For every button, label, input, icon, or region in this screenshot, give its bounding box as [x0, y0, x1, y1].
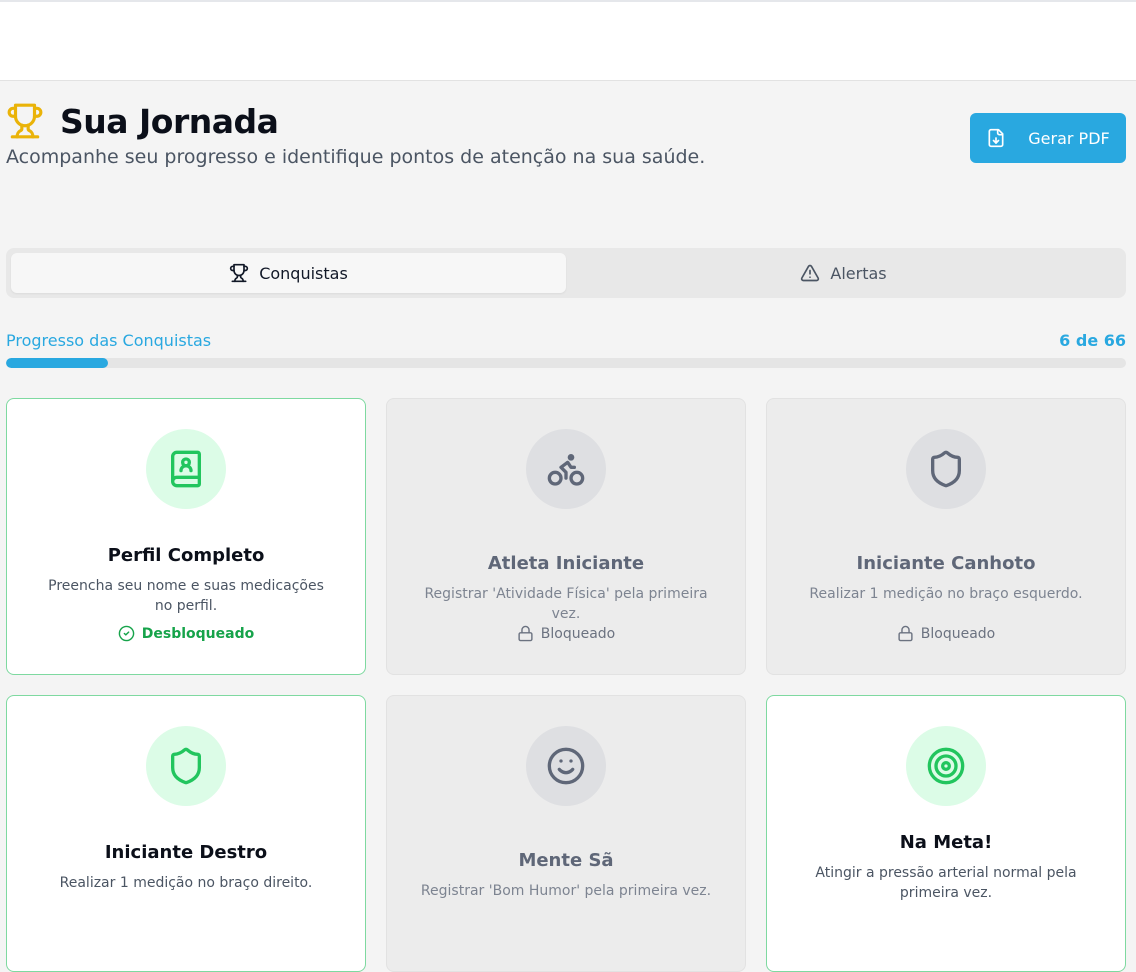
achievement-title: Perfil Completo [107, 545, 265, 566]
achievement-title: Iniciante Canhoto [856, 553, 1036, 574]
achievement-description: Registrar 'Bom Humor' pela primeira vez. [420, 883, 712, 899]
achievement-card[interactable]: Iniciante Canhoto Realizar 1 medição no … [766, 398, 1126, 675]
achievement-card[interactable]: Atleta Iniciante Registrar 'Atividade Fí… [386, 398, 746, 675]
generate-pdf-label: Gerar PDF [1028, 128, 1110, 148]
unlocked-status: Desbloqueado [7, 625, 365, 642]
bike-icon [547, 454, 585, 486]
title-row: Sua Jornada [6, 100, 1130, 142]
achievement-description: Realizar 1 medição no braço direito. [59, 875, 313, 891]
progress-bar [6, 358, 1126, 368]
shield-icon [931, 450, 961, 488]
achievement-card[interactable]: Na Meta! Atingir a pressão arterial norm… [766, 695, 1126, 972]
achievement-badge [526, 429, 606, 509]
page-subtitle: Acompanhe seu progresso e identifique po… [6, 146, 706, 168]
file-download-icon [988, 128, 1004, 148]
locked-status: Bloqueado [387, 625, 745, 642]
achievement-description: Preencha seu nome e suas medicações no p… [48, 578, 324, 614]
achievement-badge [906, 429, 986, 509]
page-title: Sua Jornada [60, 101, 279, 141]
achievement-title: Atleta Iniciante [487, 553, 645, 574]
achievement-badge [526, 726, 606, 806]
achievement-card[interactable]: Perfil Completo Preencha seu nome e suas… [6, 398, 366, 675]
achievement-title: Iniciante Destro [104, 842, 268, 863]
tab-alertas[interactable]: Alertas [566, 253, 1121, 293]
target-icon [927, 747, 965, 785]
top-bar [0, 0, 1136, 81]
check-circle-icon [118, 625, 135, 642]
status-label: Bloqueado [540, 625, 616, 642]
status-label: Bloqueado [920, 625, 996, 642]
tab-conquistas[interactable]: Conquistas [11, 253, 566, 293]
progress-label: Progresso das Conquistas [6, 331, 212, 350]
contact-book-icon [171, 450, 201, 488]
achievement-description: Atingir a pressão arterial normal pela p… [815, 865, 1077, 901]
tab-label: Conquistas [259, 263, 348, 283]
locked-status: Bloqueado [767, 625, 1125, 642]
achievement-title: Mente Sã [518, 850, 614, 871]
status-label: Desbloqueado [141, 625, 255, 642]
trophy-icon [7, 103, 43, 139]
achievement-description: Registrar 'Atividade Física' pela primei… [424, 586, 708, 622]
progress-fill [6, 358, 108, 368]
tab-label: Alertas [830, 263, 887, 283]
smile-icon [547, 747, 585, 785]
achievement-card[interactable]: Mente Sã Registrar 'Bom Humor' pela prim… [386, 695, 746, 972]
tab-bar: Conquistas Alertas [6, 248, 1126, 298]
achievement-badge [146, 429, 226, 509]
progress-count: 6 de 66 [1059, 331, 1126, 350]
achievement-description: Realizar 1 medição no braço esquerdo. [809, 586, 1083, 602]
page-header: Sua Jornada Acompanhe seu progresso e id… [6, 100, 1130, 169]
alert-triangle-icon [801, 264, 820, 282]
generate-pdf-button[interactable]: Gerar PDF [970, 113, 1126, 163]
achievement-title: Na Meta! [899, 832, 993, 853]
shield-icon [171, 747, 201, 785]
achievement-badge [146, 726, 226, 806]
achievement-badge [906, 726, 986, 806]
lock-icon [898, 625, 913, 642]
trophy-icon [230, 263, 249, 283]
lock-icon [518, 625, 533, 642]
achievement-card[interactable]: Iniciante Destro Realizar 1 medição no b… [6, 695, 366, 972]
